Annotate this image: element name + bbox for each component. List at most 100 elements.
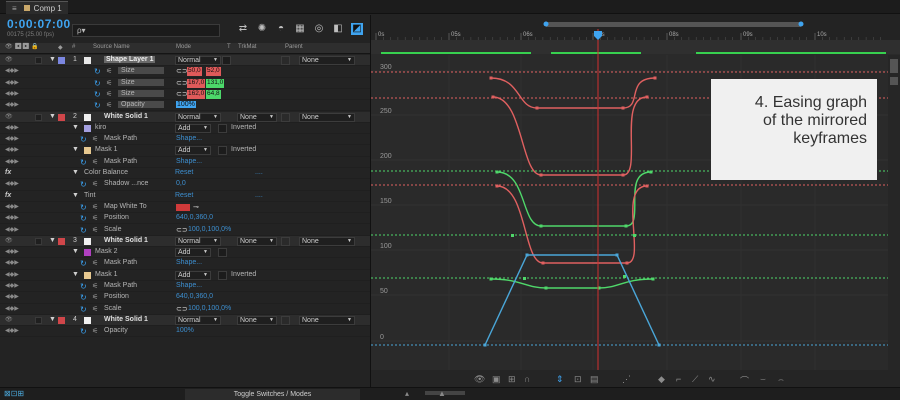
toggle-switches-modes-button[interactable]: Toggle Switches / Modes	[185, 389, 360, 400]
parent-dropdown[interactable]: None	[299, 112, 355, 122]
property-row[interactable]: ◀◆▶ ↻ ⚟ Map White To ⊸	[0, 202, 370, 214]
stopwatch-icon[interactable]: ↻	[80, 158, 87, 167]
keyframe-nav[interactable]: ◀◆▶	[5, 147, 25, 153]
value-y[interactable]: 52,0	[206, 67, 221, 77]
shy-icon[interactable]: ◓	[275, 23, 287, 35]
expand-arrow-icon[interactable]: ▼	[72, 169, 79, 176]
mode-dropdown[interactable]: Normal	[175, 112, 221, 122]
mask-color-chip[interactable]	[84, 124, 91, 132]
property-row[interactable]: ◀◆▶ ↻ ⚟ Size ⊂⊃ 162,0 64,8	[0, 89, 370, 101]
property-value[interactable]: Shape...	[176, 158, 202, 165]
layer-row[interactable]: 👁 ▼ 3 White Solid 1 Normal None None	[0, 235, 370, 248]
graph-toggle-icon[interactable]: ⚟	[92, 158, 98, 166]
stopwatch-icon[interactable]: ↻	[80, 293, 87, 302]
keyframe-nav[interactable]: ◀◆▶	[5, 328, 25, 334]
property-row[interactable]: ◀◆▶ ↻ ⚟ Position 640,0,360,0	[0, 292, 370, 304]
graph-toggle-icon[interactable]: ⚟	[106, 90, 112, 98]
link-icon[interactable]: ⊂⊃	[176, 226, 188, 234]
mask-color-chip[interactable]	[84, 147, 91, 155]
parent-pickwhip[interactable]	[281, 56, 290, 65]
expand-arrow-icon[interactable]: ▼	[49, 237, 56, 244]
expand-arrow-icon[interactable]: ▼	[72, 124, 79, 131]
stopwatch-icon[interactable]: ↻	[80, 180, 87, 189]
property-value[interactable]: 100,0,100,0%	[188, 305, 231, 312]
separate-dimensions-icon[interactable]: ⋰	[622, 374, 631, 385]
value-y[interactable]: 131,0	[206, 78, 225, 88]
property-value[interactable]: 100%	[176, 327, 194, 334]
expand-arrow-icon[interactable]: ▼	[72, 146, 79, 153]
parent-pickwhip[interactable]	[281, 112, 290, 122]
link-icon[interactable]: ⊂⊃	[176, 79, 188, 87]
parent-dropdown[interactable]: None	[299, 315, 355, 325]
keyframe-nav[interactable]: ◀◆▶	[5, 68, 25, 74]
effect-name[interactable]: Tint	[84, 192, 95, 199]
graph-toggle-icon[interactable]: ⚟	[92, 226, 98, 234]
mask-color-chip[interactable]	[84, 249, 91, 257]
mask-name[interactable]: Mask 2	[95, 248, 118, 255]
property-row[interactable]: ◀◆▶ ↻ ⚟ Mask Path Shape...	[0, 281, 370, 293]
expand-arrow-icon[interactable]: ▼	[49, 56, 56, 63]
property-value[interactable]: Shape...	[176, 259, 202, 266]
stopwatch-icon[interactable]: ↻	[80, 259, 87, 268]
keyframe-nav[interactable]: ◀◆▶	[5, 204, 25, 210]
property-value[interactable]: 640,0,360,0	[176, 214, 213, 221]
mask-mode-dropdown[interactable]: Add	[175, 248, 211, 258]
expand-arrow-icon[interactable]: ▼	[49, 316, 56, 323]
stopwatch-icon[interactable]: ↻	[94, 90, 101, 99]
parent-pickwhip[interactable]	[281, 315, 290, 325]
stopwatch-icon[interactable]: ↻	[80, 226, 87, 235]
snapping-icon[interactable]: ∩	[524, 374, 530, 384]
effect-reset-link[interactable]: Reset	[175, 169, 193, 176]
property-row[interactable]: ◀◆▶ ↻ ⚟ Mask Path Shape...	[0, 157, 370, 168]
label-color-chip[interactable]	[58, 113, 65, 121]
stopwatch-icon[interactable]: ↻	[94, 101, 101, 110]
property-value[interactable]: Shape...	[176, 282, 202, 289]
current-time[interactable]: 0:00:07:00	[7, 17, 71, 31]
mask-mode-dropdown[interactable]: Add	[175, 146, 211, 156]
expand-arrow-icon[interactable]: ▼	[72, 271, 79, 278]
zoom-out-icon[interactable]: ▴	[405, 389, 409, 398]
trkmat-dropdown[interactable]: None	[237, 236, 277, 246]
keyframe-nav[interactable]: ◀◆▶	[5, 215, 25, 221]
graph-editor-icon[interactable]: ◩	[351, 23, 363, 35]
layer-row[interactable]: 👁 ▼ 2 White Solid 1 Normal None None	[0, 111, 370, 123]
keyframe-nav[interactable]: ◀◆▶	[5, 294, 25, 300]
property-value[interactable]: 0,0	[176, 180, 186, 187]
mask-name[interactable]: Mask 1	[95, 271, 118, 278]
menu-icon[interactable]: ≡	[12, 4, 17, 13]
mask-row[interactable]: ◀◆▶ ▼ Mask 2 Add	[0, 247, 370, 259]
trkmat-dropdown[interactable]: None	[237, 112, 277, 122]
keyframe-nav[interactable]: ◀◆▶	[5, 159, 25, 165]
layer-name[interactable]: Shape Layer 1	[104, 56, 156, 63]
property-row[interactable]: ◀◆▶ ↻ ⚟ Size ⊂⊃ 50,0 52,0	[0, 66, 370, 78]
stopwatch-icon[interactable]: ↻	[80, 214, 87, 223]
transform-box-icon[interactable]: ⊞	[508, 374, 516, 385]
mask-color-chip[interactable]	[84, 271, 91, 279]
graph-toggle-icon[interactable]: ⚟	[92, 135, 98, 143]
graph-toggle-icon[interactable]: ⚟	[92, 327, 98, 335]
col-source-name[interactable]: Source Name	[93, 44, 130, 50]
graph-toggle-icon[interactable]: ⚟	[92, 203, 98, 211]
value-x[interactable]: 162,0	[187, 89, 206, 99]
auto-zoom-height-icon[interactable]: ⇕	[556, 374, 564, 385]
property-row[interactable]: ◀◆▶ ↻ ⚟ Scale ⊂⊃ 100,0,100,0%	[0, 304, 370, 315]
label-color-chip[interactable]	[58, 237, 65, 245]
graph-options-icon[interactable]: ▣	[492, 374, 501, 385]
motion-blur-icon[interactable]: ◎	[313, 23, 325, 35]
parent-dropdown[interactable]: None	[299, 236, 355, 246]
layer-row[interactable]: 👁 ▼ 1 Shape Layer 1 Normal None	[0, 55, 370, 67]
stopwatch-icon[interactable]: ↻	[80, 135, 87, 144]
effect-row[interactable]: fx ▼ Color Balance Reset....	[0, 168, 370, 180]
mask-invert-checkbox[interactable]	[218, 123, 227, 133]
fit-all-icon[interactable]: ▤	[590, 374, 599, 385]
value-x[interactable]: 167,0	[187, 78, 206, 88]
graph-toggle-icon[interactable]: ⚟	[92, 293, 98, 301]
graph-toggle-icon[interactable]: ⚟	[106, 101, 112, 109]
graph-toggle-icon[interactable]: ⚟	[92, 259, 98, 267]
keyframe-nav[interactable]: ◀◆▶	[5, 136, 25, 142]
graph-toggle-icon[interactable]: ⚟	[92, 282, 98, 290]
mask-row[interactable]: ◀◆▶ ▼ Mask 1 Add Inverted	[0, 145, 370, 157]
stopwatch-icon[interactable]: ↻	[80, 327, 87, 336]
stopwatch-icon[interactable]: ↻	[80, 305, 87, 314]
label-color-chip[interactable]	[58, 57, 65, 64]
